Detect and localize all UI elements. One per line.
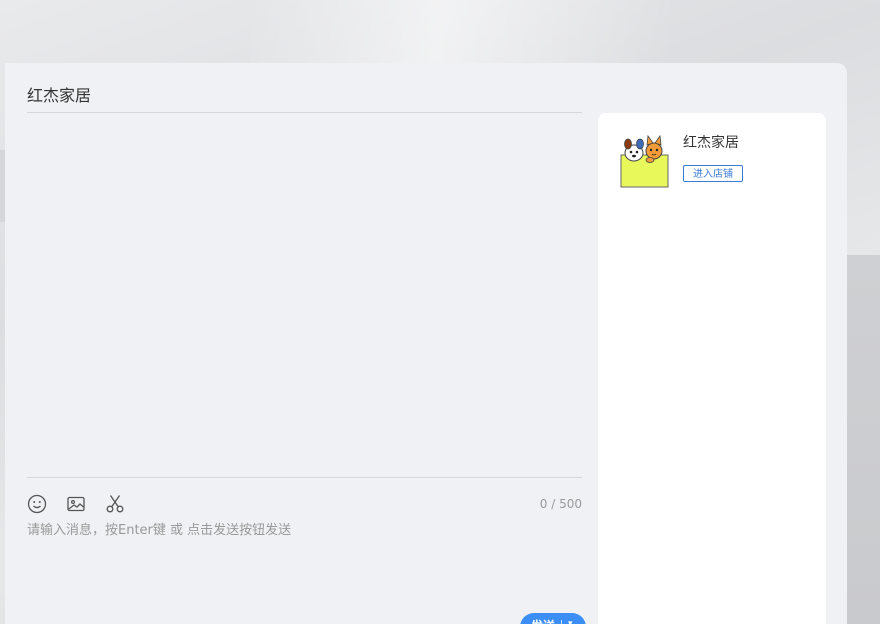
emoji-button[interactable]	[26, 494, 47, 515]
send-label: 发送	[531, 617, 555, 624]
message-list[interactable]	[27, 113, 582, 477]
shop-name: 红杰家居	[683, 135, 739, 151]
input-toolbar	[26, 493, 125, 515]
shop-avatar	[620, 133, 670, 189]
shop-info-panel: 红杰家居 进入店铺	[598, 113, 826, 624]
input-divider	[27, 477, 582, 478]
chat-shop-title: 红杰家居	[27, 86, 92, 105]
cartoon-pets-logo-icon	[620, 134, 669, 188]
send-button[interactable]: 发送 ▾	[520, 613, 586, 624]
message-input[interactable]	[27, 519, 582, 609]
image-icon	[66, 496, 85, 512]
background-highlight	[250, 0, 670, 64]
image-button[interactable]	[65, 494, 86, 515]
screenshot-button[interactable]	[104, 494, 125, 515]
enter-shop-button[interactable]: 进入店铺	[683, 165, 743, 182]
background-panel-edge	[846, 255, 880, 624]
emoji-icon	[27, 494, 46, 514]
send-divider	[561, 620, 563, 624]
char-count: 0 / 500	[539, 497, 582, 511]
chat-window: 红杰家居 0 / 500 请输入消息，按Enter键 或 点击发送按钮发送 ▾ …	[5, 63, 847, 624]
scissors-icon	[106, 495, 123, 513]
chevron-down-icon[interactable]: ▾	[568, 619, 573, 624]
